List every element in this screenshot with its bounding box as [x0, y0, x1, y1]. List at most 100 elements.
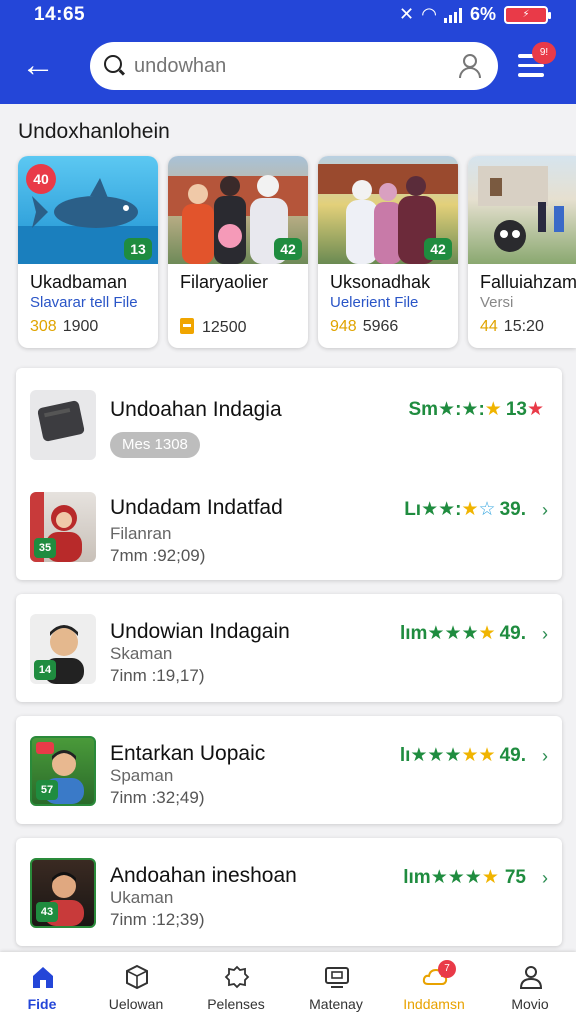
featured-card[interactable]: 42 Filaryaolier 12500	[168, 156, 308, 348]
featured-card[interactable]: 42 Uksonadhak Uelerient File 948 5966	[318, 156, 458, 348]
list-item[interactable]: 57 Entarkan Uopaic Spaman 7inm :32;49) l…	[16, 726, 562, 816]
card-stats: 12500	[180, 318, 247, 337]
avatar: 43	[30, 858, 96, 928]
person-icon	[519, 966, 543, 989]
item-rating: Lı★★:★☆ 39.	[404, 498, 526, 521]
star-icon: ★	[484, 399, 502, 420]
street-photo	[478, 166, 564, 252]
cloud-gear-icon	[224, 965, 250, 989]
item-tag: Mes 1308	[110, 432, 200, 458]
featured-card[interactable]: Falluiahzam Versi 44 15:20	[468, 156, 576, 348]
item-rating: Sm★:★:★ 13★	[408, 398, 544, 421]
avatar-badge: 43	[36, 902, 58, 922]
list-panel: 14 Undowian Indagain Skaman 7inm :19,17)…	[16, 594, 562, 702]
card-stats: 44 15:20	[480, 318, 544, 336]
chevron-right-icon[interactable]: ›	[542, 746, 548, 767]
status-bar: 14:65 ✕ ◠ 6% ⚡	[0, 0, 576, 28]
item-rating: lım★★★★ 49.	[400, 622, 526, 645]
list-item[interactable]: 35 Undadam Indatfad Filanran 7mm :92;09)…	[16, 488, 562, 578]
nav-label: Matenay	[309, 996, 363, 1012]
card-title: Filaryaolier	[180, 272, 269, 292]
home-icon	[33, 967, 53, 988]
card-subtitle: Uelerient File	[330, 294, 419, 311]
star-outline-icon: ☆	[478, 499, 496, 520]
card-count: 12500	[202, 319, 247, 336]
nav-inddamsn[interactable]: 7 Inddamsn	[386, 952, 482, 1024]
rating-prefix: Lı	[404, 499, 422, 520]
card-title: Ukadbaman	[30, 272, 128, 292]
chevron-right-icon[interactable]: ›	[542, 500, 548, 521]
rating-value: 75	[504, 867, 526, 888]
nav-badge: 7	[438, 960, 456, 978]
rating-prefix: lı	[399, 745, 411, 766]
card-accent-number: 948	[330, 318, 357, 335]
card-count: 1900	[62, 318, 99, 335]
nav-movio[interactable]: Movio	[482, 952, 576, 1024]
list-item[interactable]: 43 Andoahan ineshoan Ukaman 7inm :12;39)…	[16, 848, 562, 938]
star-icon: ★★★	[410, 745, 462, 766]
list-panel: Undoahan Indagia Mes 1308 Sm★:★:★ 13★ 35 …	[16, 368, 562, 580]
list-panel: 57 Entarkan Uopaic Spaman 7inm :32;49) l…	[16, 716, 562, 824]
rating-value: 39.	[499, 499, 526, 520]
search-bar[interactable]	[90, 42, 498, 90]
star-icon: ★★	[421, 499, 456, 520]
battery-text: 6%	[469, 4, 496, 24]
star-icon: ★	[438, 399, 456, 420]
avatar-badge: 57	[36, 780, 58, 800]
rating-prefix: Sm	[408, 399, 439, 420]
star-icon: ★★★	[430, 867, 482, 888]
nav-uelowan[interactable]: Uelowan	[88, 952, 184, 1024]
star-icon: ★	[478, 623, 496, 644]
card-subtitle: Versi	[480, 294, 514, 311]
status-icons: ✕ ◠ 6% ⚡	[399, 4, 551, 25]
star-icon: ★	[461, 499, 479, 520]
bottom-nav: Fide Uelowan Pelenses Matenay 7 Inddamsn…	[0, 952, 576, 1024]
back-arrow-icon[interactable]: ←	[20, 48, 56, 84]
nav-label: Movio	[511, 996, 549, 1012]
item-title: Undadam Indatfad	[110, 496, 283, 519]
archive-icon	[180, 318, 194, 334]
chevron-right-icon[interactable]: ›	[542, 624, 548, 645]
nav-label: Inddamsn	[403, 996, 465, 1012]
item-subtitle: Ukaman	[110, 888, 174, 907]
item-title: Entarkan Uopaic	[110, 742, 266, 765]
nav-matenay[interactable]: Matenay	[288, 952, 384, 1024]
card-corner-badge: 40	[26, 164, 56, 194]
card-stats: 948 5966	[330, 318, 398, 336]
nav-label: Pelenses	[207, 996, 265, 1012]
search-input[interactable]	[134, 51, 434, 81]
card-stats: 308 1900	[30, 318, 98, 336]
item-meta: 7inm :32;49)	[110, 788, 205, 807]
item-title: Undoahan Indagia	[110, 398, 282, 421]
tv-icon	[325, 967, 349, 988]
signal-icon	[443, 7, 462, 23]
list-panel: 43 Andoahan ineshoan Ukaman 7inm :12;39)…	[16, 838, 562, 946]
featured-card[interactable]: 40 13 Ukadbaman Slavarar tell File 308 19…	[18, 156, 158, 348]
card-title: Falluiahzam	[480, 272, 576, 292]
list-item[interactable]: Undoahan Indagia Mes 1308 Sm★:★:★ 13★	[16, 386, 562, 476]
device-thumbnail	[30, 390, 96, 460]
search-icon	[104, 55, 122, 73]
avatar: 57	[30, 736, 96, 806]
item-subtitle: Spaman	[110, 766, 174, 785]
card-title: Uksonadhak	[330, 272, 431, 292]
star-icon: ★	[481, 867, 499, 888]
avatar-badge: 14	[34, 660, 56, 680]
card-accent-number: 308	[30, 318, 57, 335]
user-icon[interactable]	[458, 54, 482, 78]
nav-pelenses[interactable]: Pelenses	[188, 952, 284, 1024]
item-rating: lı★★★★★ 49.	[400, 744, 526, 767]
cube-icon	[126, 964, 148, 990]
nav-home[interactable]: Fide	[0, 952, 90, 1024]
rating-value: 49.	[499, 623, 526, 644]
nav-label: Fide	[27, 996, 57, 1012]
avatar: 14	[30, 614, 96, 684]
star-icon: ★	[526, 399, 544, 420]
chevron-right-icon[interactable]: ›	[542, 868, 548, 889]
hard-drive-icon	[37, 400, 85, 442]
avatar: 35	[30, 492, 96, 562]
list-item[interactable]: 14 Undowian Indagain Skaman 7inm :19,17)…	[16, 604, 562, 694]
card-accent-number: 44	[480, 318, 498, 335]
star-icon: ★★★	[427, 623, 479, 644]
item-meta: 7inm :19,17)	[110, 666, 205, 685]
